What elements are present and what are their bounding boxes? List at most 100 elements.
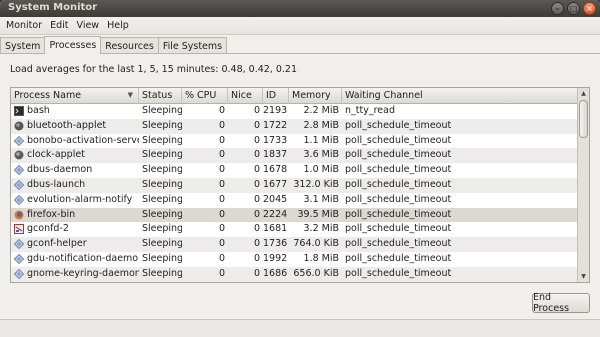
system-monitor-window: System Monitor – □ × Monitor Edit View H…: [0, 0, 600, 337]
cell-id: 2224: [263, 208, 288, 220]
cell-id: 1686: [263, 267, 288, 279]
table-row[interactable]: clock-applet Sleeping 0 0 1837 3.6 MiB poll_sc…: [11, 148, 579, 164]
cell-status: Sleeping: [142, 105, 182, 116]
cell-nice: 0: [253, 193, 260, 205]
table-row[interactable]: gconfd-2 Sleeping 0 0 1681 3.2 MiB poll_schedu…: [11, 222, 579, 237]
column-header-memory[interactable]: Memory: [289, 88, 342, 104]
cell-channel: poll_schedule_timeout: [345, 267, 452, 279]
table-row[interactable]: bluetooth-applet Sleeping 0 0 1722 2.8 MiB pol…: [11, 118, 579, 134]
end-process-button[interactable]: End Process: [532, 292, 590, 314]
table-row[interactable]: gdu-notification-daemon Sleeping 0 0 1992 1.8…: [11, 252, 579, 267]
cell-cpu: 0: [218, 238, 225, 250]
cell-memory: 764.0 KiB: [293, 238, 339, 250]
cell-memory: 312.0 KiB: [293, 179, 339, 190]
column-header-process-name[interactable]: Process Name ▼: [11, 88, 139, 104]
close-button[interactable]: ×: [583, 2, 596, 15]
scroll-down-icon[interactable]: ▼: [578, 271, 589, 282]
cell-status: Sleeping: [142, 208, 182, 220]
process-icon: [13, 238, 25, 250]
cell-status: Sleeping: [142, 223, 182, 235]
firefox-icon: [14, 210, 24, 220]
cell-channel: poll_schedule_timeout: [345, 193, 452, 205]
cell-id: 2193: [263, 105, 288, 116]
cell-memory: 1.8 MiB: [303, 253, 339, 264]
cell-id: 1733: [263, 134, 288, 146]
sort-down-icon: ▼: [127, 91, 133, 99]
cell-name: evolution-alarm-notify: [27, 193, 133, 205]
table-header: Process Name ▼ Status % CPU Nice ID Memo…: [11, 88, 579, 104]
cell-name: bluetooth-applet: [27, 119, 107, 131]
column-header-status[interactable]: Status: [139, 88, 182, 104]
cell-cpu: 0: [218, 119, 225, 131]
cell-nice: 0: [253, 253, 260, 264]
cell-status: Sleeping: [142, 119, 182, 131]
menu-monitor[interactable]: Monitor: [2, 20, 46, 31]
cell-id: 1678: [263, 164, 288, 176]
cell-name: dbus-launch: [27, 179, 86, 190]
table-row[interactable]: gconf-helper Sleeping 0 0 1736 764.0 KiB poll_…: [11, 237, 579, 252]
menu-bar: Monitor Edit View Help: [0, 17, 600, 35]
table-row[interactable]: bash Sleeping 0 0 2193 2.2 MiB n_tty_read: [11, 104, 579, 119]
cell-nice: 0: [253, 164, 260, 176]
table-row[interactable]: dbus-daemon Sleeping 0 0 1678 1.0 MiB poll_sch…: [11, 163, 579, 178]
cell-channel: poll_schedule_timeout: [345, 223, 452, 235]
cell-status: Sleeping: [142, 179, 182, 190]
cell-status: Sleeping: [142, 253, 182, 264]
column-header-nice[interactable]: Nice: [228, 88, 263, 104]
cell-memory: 39.5 MiB: [297, 208, 339, 220]
menu-view[interactable]: View: [73, 20, 104, 31]
cell-memory: 3.1 MiB: [303, 193, 339, 205]
cell-channel: poll_schedule_timeout: [345, 164, 452, 176]
terminal-icon: [14, 106, 24, 116]
cell-id: 1837: [263, 149, 288, 161]
cell-id: 1677: [263, 179, 288, 190]
cell-channel: poll_schedule_timeout: [345, 134, 452, 146]
scroll-up-icon[interactable]: ▲: [578, 88, 589, 99]
cell-nice: 0: [253, 105, 260, 116]
tab-file-systems[interactable]: File Systems: [157, 37, 228, 54]
cell-cpu: 0: [218, 105, 225, 116]
vertical-scrollbar[interactable]: ▲ ▼: [577, 88, 589, 282]
column-header-id[interactable]: ID: [263, 88, 289, 104]
menu-help[interactable]: Help: [103, 20, 133, 31]
cell-cpu: 0: [218, 208, 225, 220]
column-header-cpu[interactable]: % CPU: [182, 88, 228, 104]
cell-name: dbus-daemon: [27, 164, 93, 176]
table-row[interactable]: firefox-bin Sleeping 0 0 2224 39.5 MiB poll_sc…: [11, 207, 579, 223]
title-bar[interactable]: System Monitor – □ ×: [0, 0, 600, 17]
cell-status: Sleeping: [142, 149, 182, 161]
cell-memory: 3.6 MiB: [303, 149, 339, 161]
cell-status: Sleeping: [142, 267, 182, 279]
table-row[interactable]: gnome-keyring-daemon Sleeping 0 0 1686 656.0 …: [11, 266, 579, 282]
cell-status: Sleeping: [142, 193, 182, 205]
cell-status: Sleeping: [142, 164, 182, 176]
cell-name: bash: [27, 105, 50, 116]
cell-cpu: 0: [218, 223, 225, 235]
window-title: System Monitor: [8, 2, 98, 13]
maximize-button[interactable]: □: [567, 2, 580, 15]
table-row[interactable]: bonobo-activation-server Sleeping 0 0 1733 1.…: [11, 134, 579, 149]
tab-system[interactable]: System: [0, 37, 46, 54]
process-icon: [13, 253, 25, 265]
table-row[interactable]: evolution-alarm-notify Sleeping 0 0 2045 3.1 …: [11, 193, 579, 208]
cell-channel: n_tty_read: [345, 105, 395, 116]
tab-processes[interactable]: Processes: [44, 36, 102, 54]
tab-resources[interactable]: Resources: [100, 37, 159, 54]
cell-nice: 0: [253, 267, 260, 279]
process-icon: [13, 135, 25, 146]
cell-status: Sleeping: [142, 134, 182, 146]
cell-channel: poll_schedule_timeout: [345, 253, 452, 264]
minimize-button[interactable]: –: [551, 2, 564, 15]
menu-edit[interactable]: Edit: [46, 20, 72, 31]
column-header-waiting-channel[interactable]: Waiting Channel: [342, 88, 579, 104]
cell-channel: poll_schedule_timeout: [345, 238, 452, 250]
table-row[interactable]: dbus-launch Sleeping 0 0 1677 312.0 KiB poll_s…: [11, 178, 579, 193]
cell-name: gnome-keyring-daemon: [27, 267, 139, 279]
cell-nice: 0: [253, 119, 260, 131]
cell-memory: 3.2 MiB: [303, 223, 339, 235]
process-table: Process Name ▼ Status % CPU Nice ID Memo…: [10, 87, 590, 283]
scrollbar-thumb[interactable]: [579, 100, 588, 138]
load-averages-label: Load averages for the last 1, 5, 15 minu…: [10, 64, 298, 75]
cell-nice: 0: [253, 208, 260, 220]
cell-cpu: 0: [218, 179, 225, 190]
